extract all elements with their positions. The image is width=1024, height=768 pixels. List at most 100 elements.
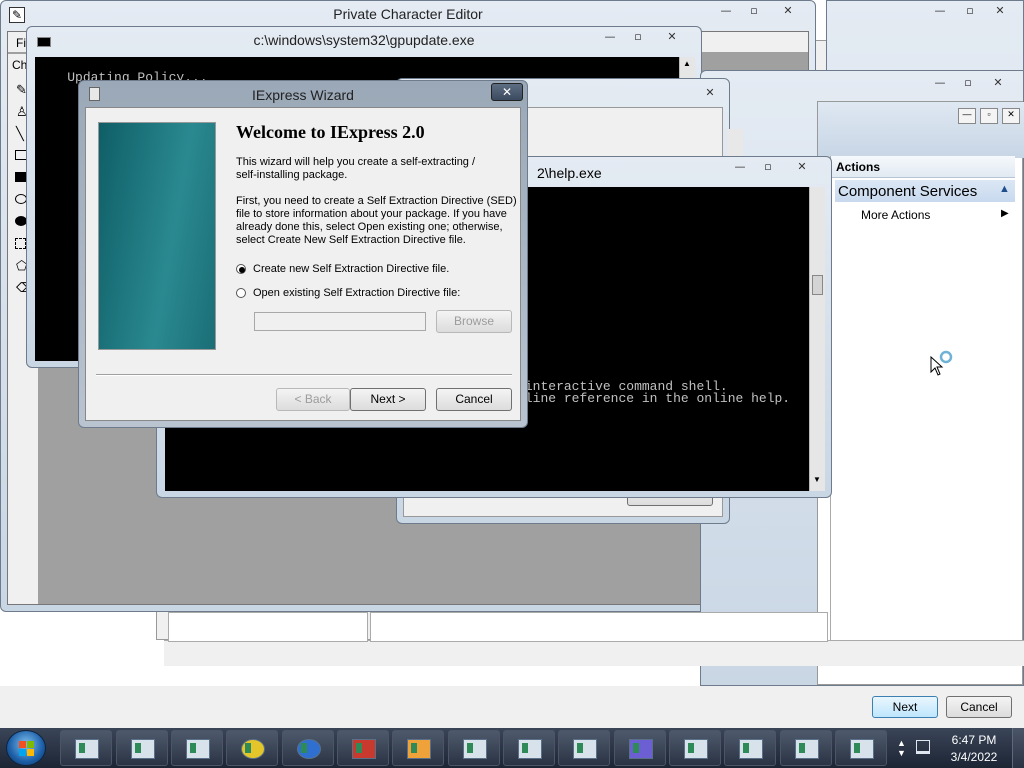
window-icon bbox=[573, 739, 597, 759]
menu-item-file[interactable]: Fi bbox=[16, 36, 26, 50]
taskbar-button-window-icon[interactable] bbox=[780, 730, 832, 766]
maximize-button[interactable]: ▫ bbox=[955, 75, 981, 91]
sed-path-input[interactable] bbox=[254, 312, 426, 331]
actions-pane: Actions Component Services ▲ More Action… bbox=[830, 156, 1015, 642]
radio-empty-icon[interactable] bbox=[236, 288, 246, 298]
host-footer: Next Cancel bbox=[0, 686, 1024, 728]
minimize-icon[interactable]: — bbox=[958, 108, 976, 124]
show-desktop-button[interactable] bbox=[1012, 728, 1024, 768]
close-button[interactable]: ✕ bbox=[985, 3, 1015, 19]
browse-button[interactable]: Browse bbox=[436, 310, 512, 333]
scroll-down-icon[interactable]: ▼ bbox=[813, 475, 821, 484]
maximize-button[interactable]: ▫ bbox=[755, 159, 781, 175]
left-list-pane bbox=[168, 612, 368, 642]
iexpress-wizard: IExpress Wizard ✕ Welcome to IExpress 2.… bbox=[78, 80, 528, 428]
help-scrollbar[interactable]: ▼ bbox=[809, 187, 825, 491]
scroll-thumb[interactable] bbox=[812, 275, 823, 295]
clock-time[interactable]: 6:47 PM bbox=[944, 733, 1004, 747]
taskbar-button-window-icon[interactable] bbox=[669, 730, 721, 766]
windows-logo-icon bbox=[19, 741, 35, 757]
taskbar: ▲ ▼ 6:47 PM 3/4/2022 bbox=[0, 728, 1024, 768]
taskbar-button-toolbox-icon[interactable] bbox=[337, 730, 389, 766]
mmc-statusbar bbox=[164, 640, 1024, 666]
close-button[interactable]: ✕ bbox=[773, 3, 803, 19]
close-button[interactable]: ✕ bbox=[697, 85, 723, 101]
media-icon bbox=[407, 739, 431, 759]
iexpress-icon bbox=[629, 739, 653, 759]
more-actions-label: More Actions bbox=[861, 208, 931, 222]
maximize-button[interactable]: ▫ bbox=[625, 29, 651, 45]
maximize-button[interactable]: ▫ bbox=[741, 3, 767, 19]
taskbar-button-info-icon[interactable] bbox=[282, 730, 334, 766]
more-actions-item[interactable]: More Actions ▶ bbox=[861, 208, 1011, 226]
actions-header: Actions bbox=[831, 156, 1015, 178]
wizard-title: IExpress Wizard bbox=[252, 87, 354, 103]
create-new-radio[interactable]: Create new Self Extraction Directive fil… bbox=[236, 262, 496, 278]
component-services-group[interactable]: Component Services ▲ bbox=[835, 180, 1015, 202]
taskbar-button-window-icon[interactable] bbox=[116, 730, 168, 766]
host-next-button[interactable]: Next bbox=[872, 696, 938, 718]
scroll-up-icon[interactable]: ▲ bbox=[683, 59, 691, 68]
wizard-body: Welcome to IExpress 2.0 This wizard will… bbox=[85, 107, 521, 421]
minimize-button[interactable]: — bbox=[597, 29, 623, 45]
collapse-icon[interactable]: ▲ bbox=[999, 183, 1010, 195]
taskbar-button-tools-icon[interactable] bbox=[226, 730, 278, 766]
minimize-button[interactable]: — bbox=[927, 3, 953, 19]
close-button[interactable]: ✕ bbox=[657, 29, 687, 45]
info-icon bbox=[297, 739, 321, 759]
open-existing-label: Open existing Self Extraction Directive … bbox=[253, 287, 461, 299]
restore-icon[interactable]: ▫ bbox=[980, 108, 998, 124]
open-existing-radio[interactable]: Open existing Self Extraction Directive … bbox=[236, 286, 496, 302]
wizard-intro: This wizard will help you create a self-… bbox=[236, 156, 476, 181]
taskbar-button-window-icon[interactable] bbox=[724, 730, 776, 766]
line-icon[interactable]: ╲ bbox=[16, 126, 24, 142]
window-icon bbox=[186, 739, 210, 759]
pce-title: Private Character Editor bbox=[333, 6, 483, 22]
window-icon bbox=[75, 739, 99, 759]
tools-icon bbox=[241, 739, 265, 759]
divider bbox=[96, 374, 512, 376]
paint-icon bbox=[463, 739, 487, 759]
close-icon[interactable]: ✕ bbox=[1002, 108, 1020, 124]
network-icon[interactable] bbox=[916, 740, 930, 754]
close-button[interactable]: ✕ bbox=[787, 159, 817, 175]
close-button[interactable]: ✕ bbox=[983, 75, 1013, 91]
wizard-heading: Welcome to IExpress 2.0 bbox=[236, 122, 425, 142]
taskbar-button-paint-icon[interactable] bbox=[448, 730, 500, 766]
help-title: 2\help.exe bbox=[537, 165, 602, 181]
taskbar-button-window-icon[interactable] bbox=[558, 730, 610, 766]
create-new-label: Create new Self Extraction Directive fil… bbox=[253, 263, 450, 275]
start-button[interactable] bbox=[6, 730, 46, 766]
maximize-button[interactable]: ▫ bbox=[957, 3, 983, 19]
tray-arrow-icon[interactable]: ▲ ▼ bbox=[897, 738, 906, 758]
close-button[interactable]: ✕ bbox=[491, 83, 523, 101]
center-list-pane bbox=[370, 612, 828, 642]
wizard-banner-image bbox=[98, 122, 216, 350]
toolbox-icon bbox=[352, 739, 376, 759]
window-icon bbox=[850, 739, 874, 759]
next-button[interactable]: Next > bbox=[350, 388, 426, 411]
taskbar-button-iexpress-icon[interactable] bbox=[614, 730, 666, 766]
group-label: Component Services bbox=[838, 183, 978, 200]
minimize-button[interactable]: — bbox=[927, 75, 953, 91]
clock-date[interactable]: 3/4/2022 bbox=[944, 750, 1004, 764]
busy-cursor-icon bbox=[930, 350, 954, 378]
window-icon bbox=[684, 739, 708, 759]
actions-title: Actions bbox=[836, 160, 881, 174]
taskbar-button-window-icon[interactable] bbox=[171, 730, 223, 766]
minimize-button[interactable]: — bbox=[727, 159, 753, 175]
wizard-paragraph: First, you need to create a Self Extract… bbox=[236, 195, 517, 246]
taskbar-button-window-icon[interactable] bbox=[835, 730, 887, 766]
back-button[interactable]: < Back bbox=[276, 388, 350, 411]
window-icon bbox=[131, 739, 155, 759]
select-icon[interactable] bbox=[15, 238, 26, 249]
taskbar-button-media-icon[interactable] bbox=[392, 730, 444, 766]
cancel-button[interactable]: Cancel bbox=[436, 388, 512, 411]
taskbar-button-window-icon[interactable] bbox=[503, 730, 555, 766]
minimize-button[interactable]: — bbox=[713, 3, 739, 19]
radio-selected-icon[interactable] bbox=[236, 264, 246, 274]
host-cancel-button[interactable]: Cancel bbox=[946, 696, 1012, 718]
window-icon bbox=[795, 739, 819, 759]
taskbar-button-window-icon[interactable] bbox=[60, 730, 112, 766]
inner-toolbar: — ▫ ✕ bbox=[818, 102, 1024, 158]
